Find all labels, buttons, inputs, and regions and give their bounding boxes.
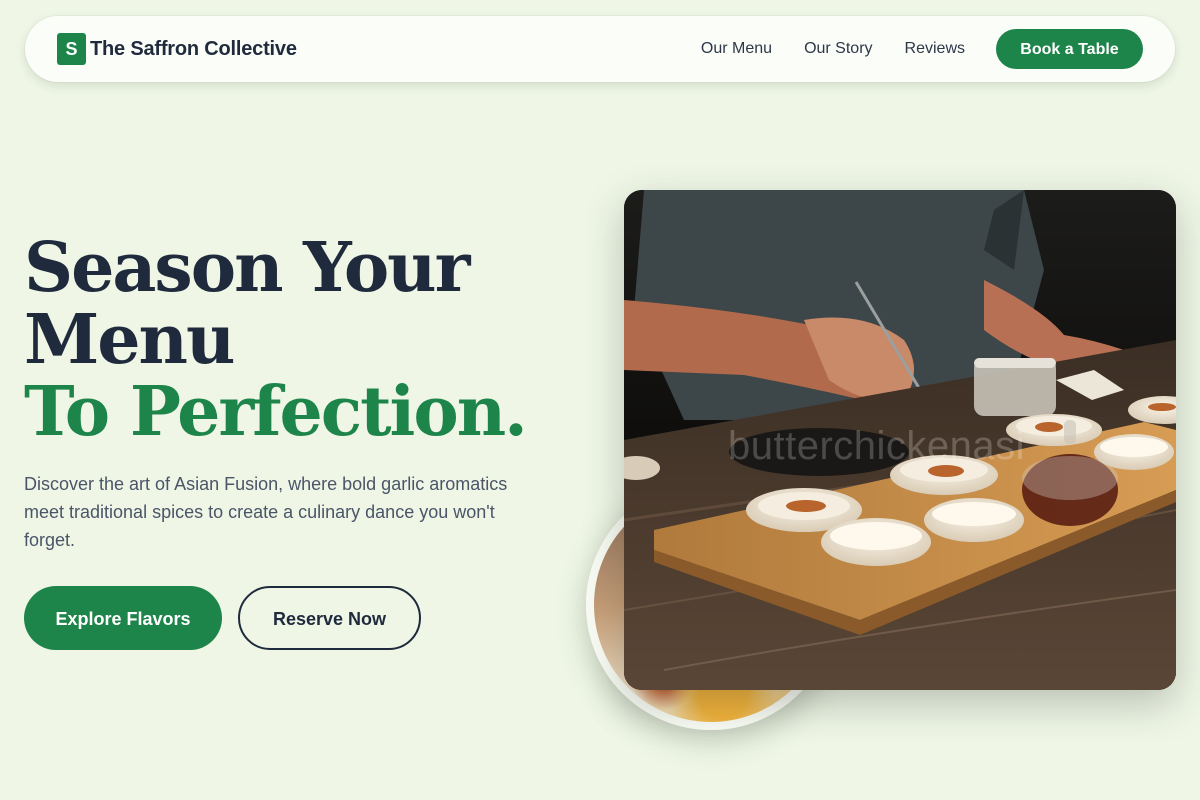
book-table-button[interactable]: Book a Table [996, 29, 1143, 69]
nav-links: Our Menu Our Story Reviews [701, 38, 965, 60]
brand-name[interactable]: The Saffron Collective [90, 36, 297, 62]
nav-link-our-menu[interactable]: Our Menu [701, 38, 772, 60]
logo-badge[interactable]: S [57, 33, 86, 65]
reserve-now-button[interactable]: Reserve Now [238, 586, 421, 650]
hero-description: Discover the art of Asian Fusion, where … [24, 474, 508, 550]
headline-accent: To Perfection. [24, 372, 528, 452]
chef-plating-photo: butterchickenasi [624, 190, 1176, 690]
hero-headline: Season Your Menu To Perfection. [24, 228, 528, 452]
photo-watermark: butterchickenasi [728, 424, 1026, 468]
nav-link-our-story[interactable]: Our Story [804, 38, 872, 60]
nav-link-reviews[interactable]: Reviews [905, 38, 965, 60]
explore-flavors-button[interactable]: Explore Flavors [24, 586, 222, 650]
headline-line-1: Season Your [24, 228, 470, 308]
top-nav: S The Saffron Collective Our Menu Our St… [25, 16, 1175, 82]
headline-line-2: Menu [24, 300, 235, 380]
